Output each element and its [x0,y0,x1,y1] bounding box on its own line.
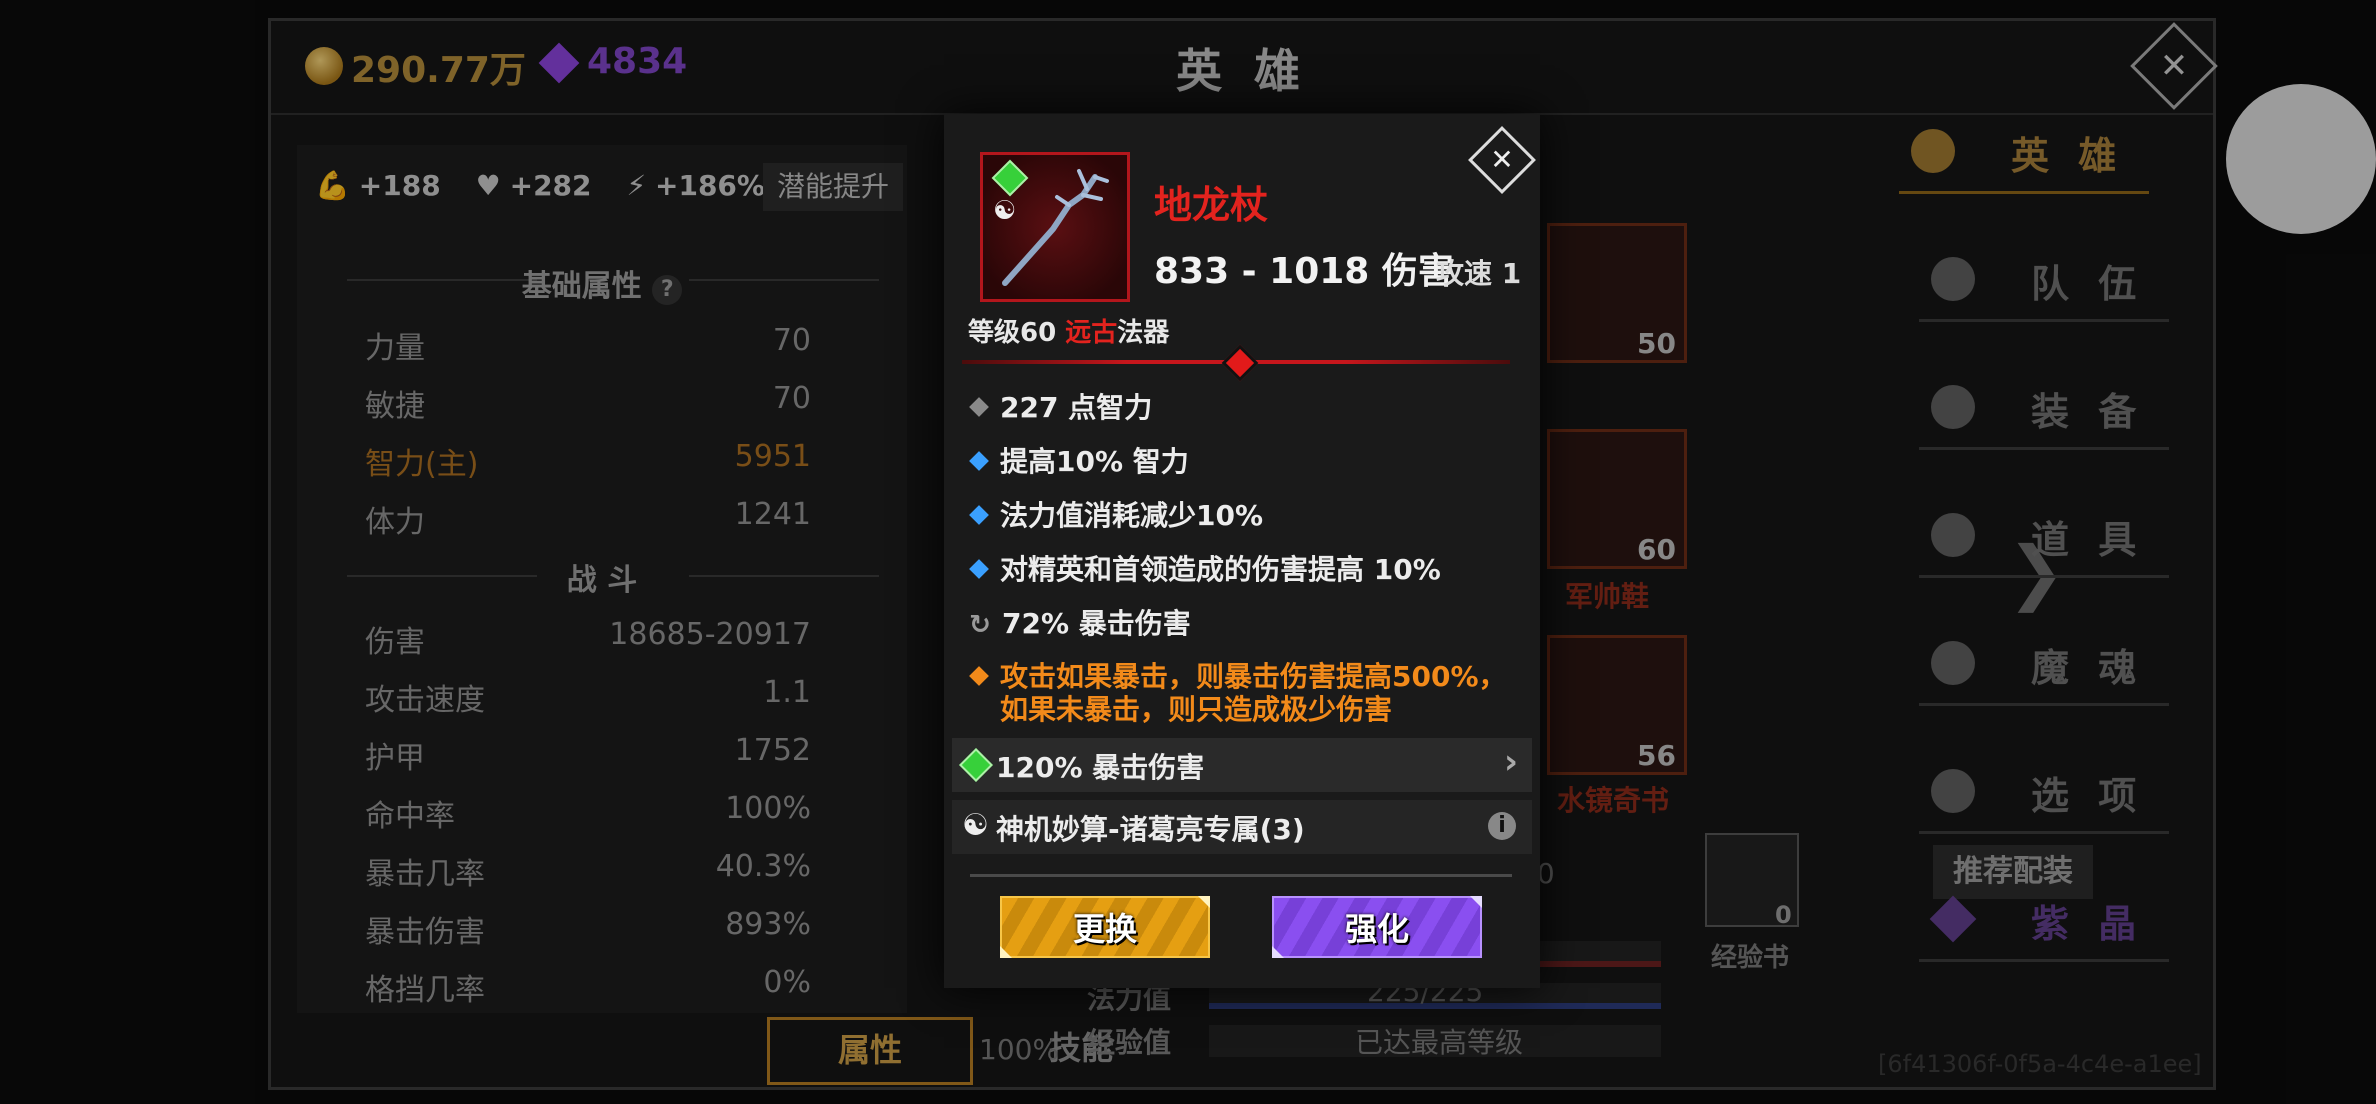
socket-row[interactable]: 120% 暴击伤害 › [952,738,1532,792]
green-gem-icon [959,748,993,782]
crit-icon: ↻ [969,610,991,640]
corner-decoration [1000,946,1012,958]
corner-decoration [1198,896,1210,908]
corner-decoration [1272,946,1284,958]
item-damage: 833 - 1018 伤害 [1154,251,1454,292]
item-detail-popup: ☯ 地龙杖 833 - 1018 伤害 攻速 1 等级60 远古法器 ✕ 227… [944,114,1540,988]
item-attribute: 227 点智力 [966,386,1522,426]
diamond-icon [969,559,989,579]
diamond-icon [969,666,989,686]
item-attribute: 提高10% 智力 [966,440,1522,480]
close-icon: ✕ [1490,143,1514,176]
popup-close-button[interactable]: ✕ [1468,126,1536,194]
replace-button[interactable]: 更换 [1000,896,1210,958]
item-icon[interactable]: ☯ [980,152,1130,302]
chevron-right-icon: › [1503,742,1518,782]
item-attack-speed: 攻速 1 [1436,257,1522,290]
info-icon[interactable]: i [1488,812,1516,840]
divider-diamond-icon [1221,344,1259,382]
item-level-line: 等级60 远古法器 [968,318,1170,348]
divider [970,874,1512,877]
legendary-effect: 攻击如果暴击，则暴击伤害提高500%， 如果未暴击，则只造成极少伤害 [966,660,1522,726]
item-attribute: 法力值消耗减少10% [966,494,1522,534]
diamond-icon [969,451,989,471]
yin-yang-icon: ☯ [962,808,989,843]
diamond-icon [969,505,989,525]
yin-yang-icon: ☯ [993,196,1017,226]
item-name: 地龙杖 [1154,183,1269,227]
diamond-icon [969,397,989,417]
enhance-button[interactable]: 强化 [1272,896,1482,958]
item-attribute: ↻ 72% 暴击伤害 [966,602,1522,642]
corner-decoration [1470,896,1482,908]
item-attribute: 对精英和首领造成的伤害提高 10% [966,548,1522,588]
set-bonus-row[interactable]: ☯ 神机妙算-诸葛亮专属(3) i [952,800,1532,854]
